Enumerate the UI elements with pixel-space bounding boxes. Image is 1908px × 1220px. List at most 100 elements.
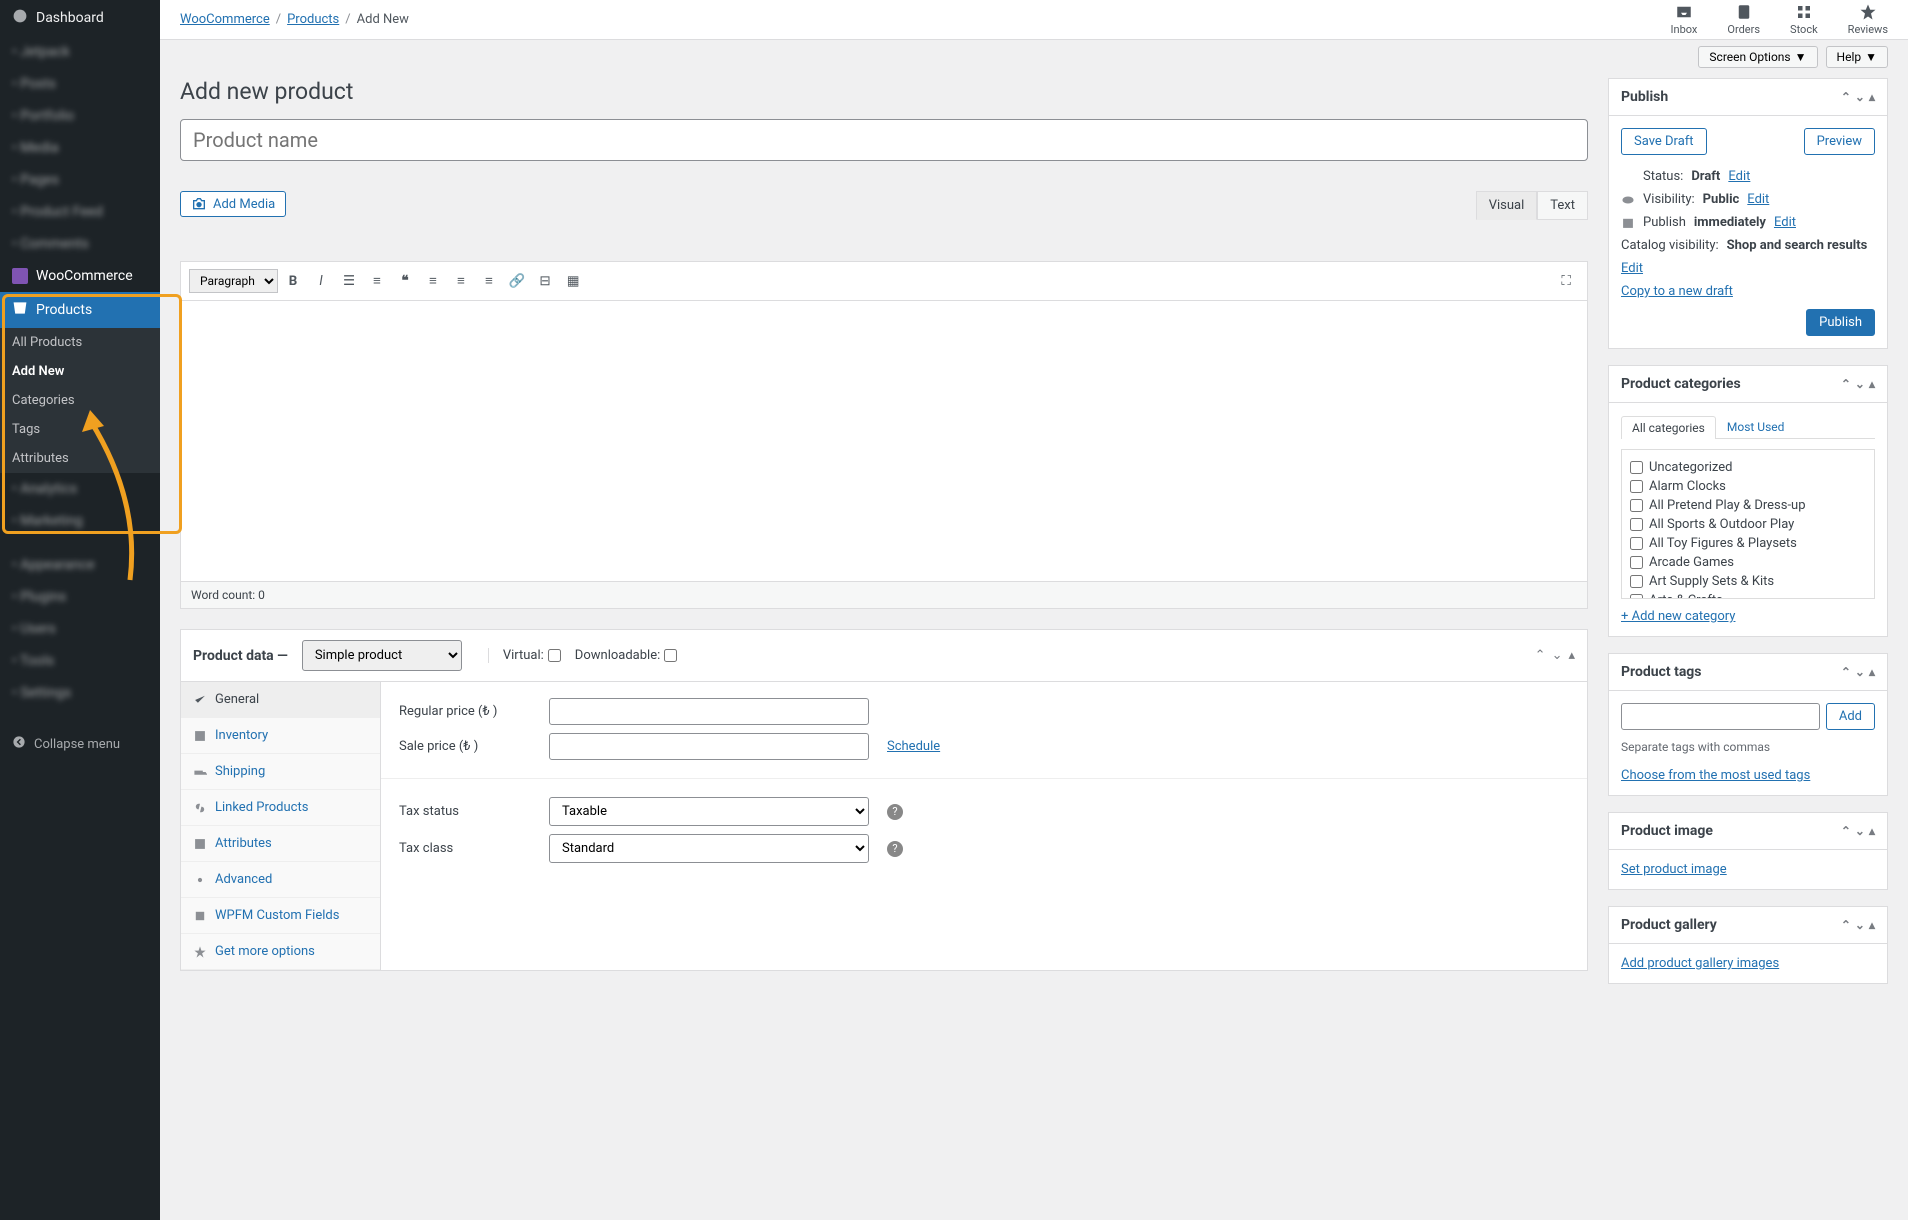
editor-tab-visual[interactable]: Visual xyxy=(1476,191,1538,220)
category-item[interactable]: Arcade Games xyxy=(1630,553,1866,572)
panel-down-icon[interactable]: ⌄ xyxy=(1855,665,1865,679)
pd-tab-shipping[interactable]: Shipping xyxy=(181,754,380,790)
submenu-add-new[interactable]: Add New xyxy=(0,357,160,386)
add-tag-button[interactable]: Add xyxy=(1826,703,1875,730)
panel-up-icon[interactable]: ⌃ xyxy=(1841,377,1851,391)
edit-visibility-link[interactable]: Edit xyxy=(1747,192,1769,207)
sidebar-item-blurred[interactable]: • Media xyxy=(0,132,160,164)
copy-draft-link[interactable]: Copy to a new draft xyxy=(1621,284,1733,299)
tags-input[interactable] xyxy=(1621,703,1820,730)
sidebar-item-blurred[interactable]: • Pages xyxy=(0,164,160,196)
category-item[interactable]: All Sports & Outdoor Play xyxy=(1630,515,1866,534)
pd-tab-general[interactable]: General xyxy=(181,682,380,718)
panel-up-icon[interactable]: ⌃ xyxy=(1841,918,1851,932)
link-button[interactable]: 🔗 xyxy=(504,268,530,294)
panel-up-icon[interactable]: ⌃ xyxy=(1841,824,1851,838)
cat-tab-all[interactable]: All categories xyxy=(1621,416,1716,439)
panel-toggle-icon[interactable]: ▴ xyxy=(1869,918,1875,932)
add-category-link[interactable]: + Add new category xyxy=(1621,609,1735,624)
virtual-checkbox-label[interactable]: Virtual: xyxy=(488,648,561,663)
sidebar-item-woocommerce[interactable]: WooCommerce xyxy=(0,260,160,292)
align-left-button[interactable]: ≡ xyxy=(420,268,446,294)
edit-catalog-link[interactable]: Edit xyxy=(1621,261,1643,276)
tax-status-select[interactable]: Taxable xyxy=(549,797,869,826)
sidebar-item-dashboard[interactable]: Dashboard xyxy=(0,0,160,36)
panel-toggle-icon[interactable]: ▴ xyxy=(1869,377,1875,391)
submenu-all-products[interactable]: All Products xyxy=(0,328,160,357)
bold-button[interactable]: B xyxy=(280,268,306,294)
category-item[interactable]: Arts & Crafts xyxy=(1630,591,1866,599)
product-name-input[interactable] xyxy=(180,119,1588,161)
submenu-attributes[interactable]: Attributes xyxy=(0,444,160,473)
save-draft-button[interactable]: Save Draft xyxy=(1621,128,1707,155)
category-item[interactable]: Uncategorized xyxy=(1630,458,1866,477)
panel-up-icon[interactable]: ⌃ xyxy=(1841,90,1851,104)
align-center-button[interactable]: ≡ xyxy=(448,268,474,294)
set-product-image-link[interactable]: Set product image xyxy=(1621,862,1727,877)
downloadable-checkbox[interactable] xyxy=(664,649,677,662)
category-list[interactable]: Uncategorized Alarm Clocks All Pretend P… xyxy=(1621,449,1875,599)
italic-button[interactable]: I xyxy=(308,268,334,294)
preview-button[interactable]: Preview xyxy=(1804,128,1875,155)
number-list-button[interactable]: ≡ xyxy=(364,268,390,294)
choose-tags-link[interactable]: Choose from the most used tags xyxy=(1621,768,1810,783)
topbar-orders[interactable]: Orders xyxy=(1727,3,1760,36)
panel-up-icon[interactable]: ⌃ xyxy=(1535,648,1546,663)
readmore-button[interactable]: ⊟ xyxy=(532,268,558,294)
fullscreen-button[interactable]: ⛶ xyxy=(1553,268,1579,294)
panel-toggle-icon[interactable]: ▴ xyxy=(1869,824,1875,838)
sidebar-item-blurred[interactable]: • Jetpack xyxy=(0,36,160,68)
submenu-categories[interactable]: Categories xyxy=(0,386,160,415)
pd-tab-more[interactable]: Get more options xyxy=(181,934,380,970)
cat-tab-most[interactable]: Most Used xyxy=(1716,415,1796,438)
topbar-inbox[interactable]: Inbox xyxy=(1671,3,1698,36)
panel-down-icon[interactable]: ⌄ xyxy=(1855,90,1865,104)
sidebar-item-blurred[interactable]: • Settings xyxy=(0,677,160,709)
help-button[interactable]: Help ▼ xyxy=(1826,46,1888,68)
toolbar-toggle-button[interactable]: ▦ xyxy=(560,268,586,294)
sidebar-item-blurred[interactable]: • Product Feed xyxy=(0,196,160,228)
publish-button[interactable]: Publish xyxy=(1806,309,1875,336)
category-item[interactable]: All Toy Figures & Playsets xyxy=(1630,534,1866,553)
virtual-checkbox[interactable] xyxy=(548,649,561,662)
breadcrumb-woocommerce[interactable]: WooCommerce xyxy=(180,12,270,27)
category-item[interactable]: All Pretend Play & Dress-up xyxy=(1630,496,1866,515)
sidebar-item-products[interactable]: Products xyxy=(0,292,160,328)
sidebar-item-blurred[interactable]: • Tools xyxy=(0,645,160,677)
panel-down-icon[interactable]: ⌄ xyxy=(1855,377,1865,391)
pd-tab-inventory[interactable]: Inventory xyxy=(181,718,380,754)
panel-up-icon[interactable]: ⌃ xyxy=(1841,665,1851,679)
topbar-reviews[interactable]: Reviews xyxy=(1848,3,1888,36)
help-icon[interactable]: ? xyxy=(887,841,903,857)
bullet-list-button[interactable]: ☰ xyxy=(336,268,362,294)
add-gallery-images-link[interactable]: Add product gallery images xyxy=(1621,956,1779,971)
tax-class-select[interactable]: Standard xyxy=(549,834,869,863)
sidebar-item-blurred[interactable]: • Appearance xyxy=(0,549,160,581)
regular-price-input[interactable] xyxy=(549,698,869,725)
sidebar-item-blurred[interactable]: • Portfolio xyxy=(0,100,160,132)
downloadable-checkbox-label[interactable]: Downloadable: xyxy=(575,648,677,663)
product-type-select[interactable]: Simple product xyxy=(302,640,462,671)
screen-options-button[interactable]: Screen Options ▼ xyxy=(1698,46,1817,68)
sidebar-item-blurred[interactable]: • Posts xyxy=(0,68,160,100)
category-item[interactable]: Alarm Clocks xyxy=(1630,477,1866,496)
sidebar-item-blurred[interactable]: • Users xyxy=(0,613,160,645)
format-select[interactable]: Paragraph xyxy=(189,269,278,293)
edit-status-link[interactable]: Edit xyxy=(1728,169,1750,184)
panel-down-icon[interactable]: ⌄ xyxy=(1855,918,1865,932)
sidebar-item-blurred[interactable]: • Marketing xyxy=(0,505,160,537)
editor-content-area[interactable] xyxy=(181,301,1587,581)
panel-down-icon[interactable]: ⌄ xyxy=(1552,648,1563,663)
topbar-stock[interactable]: Stock xyxy=(1790,3,1818,36)
align-right-button[interactable]: ≡ xyxy=(476,268,502,294)
schedule-link[interactable]: Schedule xyxy=(887,739,940,754)
panel-toggle-icon[interactable]: ▴ xyxy=(1869,665,1875,679)
pd-tab-linked[interactable]: Linked Products xyxy=(181,790,380,826)
help-icon[interactable]: ? xyxy=(887,804,903,820)
pd-tab-attributes[interactable]: Attributes xyxy=(181,826,380,862)
pd-tab-wpfm[interactable]: WPFM Custom Fields xyxy=(181,898,380,934)
sale-price-input[interactable] xyxy=(549,733,869,760)
pd-tab-advanced[interactable]: Advanced xyxy=(181,862,380,898)
collapse-menu[interactable]: Collapse menu xyxy=(0,727,160,761)
submenu-tags[interactable]: Tags xyxy=(0,415,160,444)
